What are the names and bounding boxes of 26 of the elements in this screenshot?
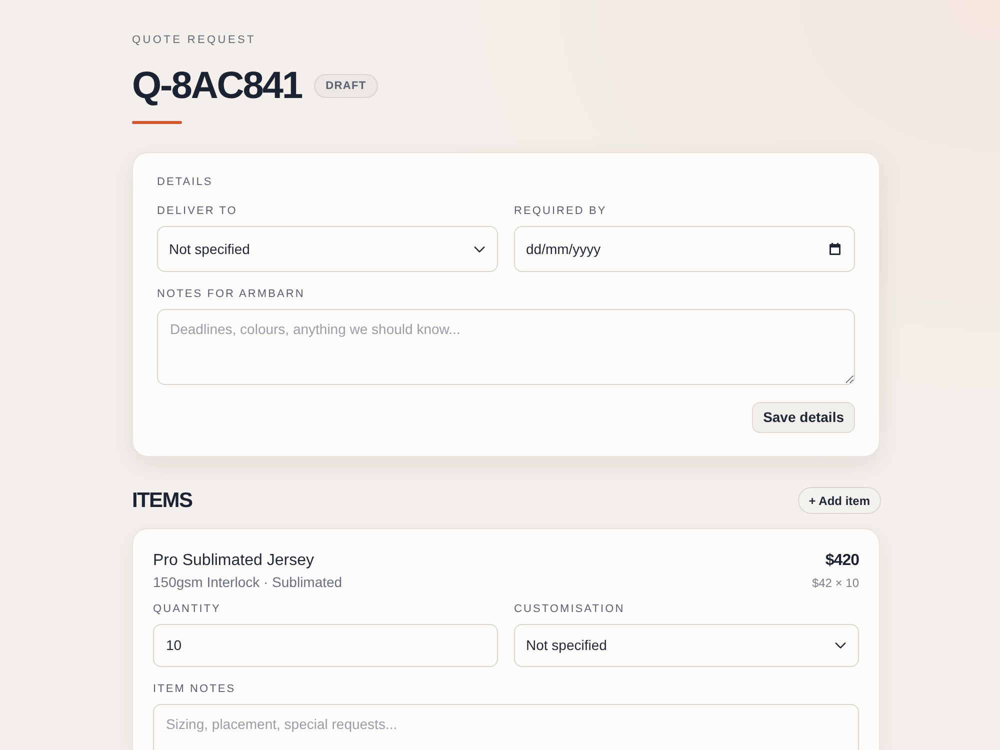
- item-spec: 150gsm Interlock · Sublimated: [153, 574, 342, 592]
- calendar-icon[interactable]: [829, 243, 841, 255]
- quantity-input[interactable]: 10: [153, 624, 498, 666]
- save-details-button[interactable]: Save details: [752, 402, 855, 433]
- add-item-button[interactable]: + Add item: [798, 487, 881, 514]
- field-label: REQUIRED BY: [514, 206, 608, 217]
- field-label: ITEM NOTES: [153, 684, 237, 694]
- notes-textarea[interactable]: Deadlines, colours, anything we should know...: [157, 309, 855, 385]
- item-notes-textarea[interactable]: Sizing, placement, special requests...: [153, 704, 859, 750]
- status-badge: DRAFT: [314, 74, 378, 98]
- deliver-to-select[interactable]: Not specified: [157, 226, 498, 272]
- chevron-down-icon: [835, 642, 846, 648]
- section-heading: ITEMS: [132, 490, 192, 511]
- eyebrow-label: QUOTE REQUEST: [132, 35, 257, 46]
- quote-title: Q-8AC841: [132, 67, 302, 105]
- date-field[interactable]: dd/mm/yyyy: [514, 226, 855, 272]
- field-label: CUSTOMISATION: [514, 604, 626, 614]
- item-total: $420: [825, 551, 859, 571]
- item-name: Pro Sublimated Jersey: [153, 551, 315, 571]
- field-label: DELIVER TO: [157, 206, 238, 217]
- field-label: QUANTITY: [153, 604, 222, 614]
- chevron-down-icon: [474, 246, 485, 252]
- unit-calculation: $42 × 10: [812, 576, 859, 591]
- customisation-select[interactable]: Not specified: [514, 624, 859, 666]
- section-heading: DETAILS: [157, 177, 214, 188]
- field-label: NOTES FOR ARMBARN: [157, 289, 306, 300]
